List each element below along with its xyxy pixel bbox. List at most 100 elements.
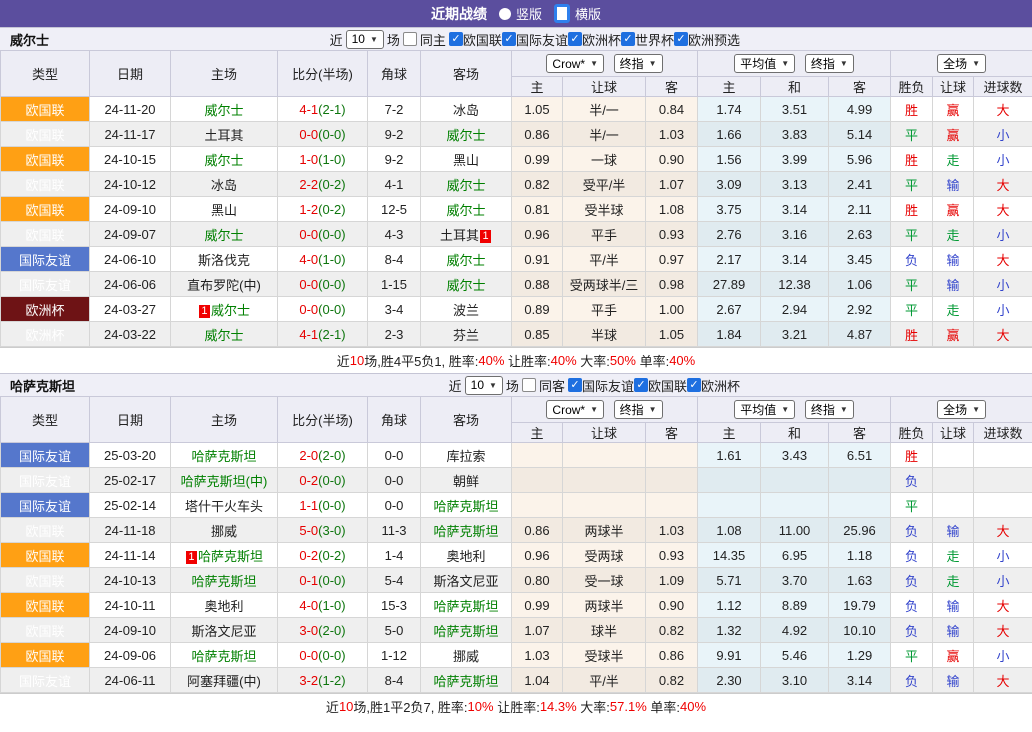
avg-draw-odds: 3.14 bbox=[761, 197, 829, 222]
avg-draw-odds: 3.70 bbox=[761, 568, 829, 593]
avg-away-odds: 6.51 bbox=[829, 443, 891, 468]
home-team: 冰岛 bbox=[171, 172, 278, 197]
result-outcome: 负 bbox=[891, 668, 933, 693]
avg-home-odds: 1.84 bbox=[698, 322, 761, 347]
match-date: 24-11-14 bbox=[90, 543, 171, 568]
corner-cell: 5-4 bbox=[368, 568, 421, 593]
scope-select[interactable]: 全场▼ bbox=[937, 400, 986, 419]
match-row: 欧国联 24-09-10 黑山 1-2(0-2) 12-5 威尔士 0.81 受… bbox=[1, 197, 1032, 222]
avg-draw-odds: 5.46 bbox=[761, 643, 829, 668]
odds-source-select[interactable]: Crow*▼ bbox=[546, 400, 604, 419]
league-type-cell: 欧洲杯 bbox=[1, 322, 90, 347]
match-date: 24-09-10 bbox=[90, 197, 171, 222]
corner-cell: 1-12 bbox=[368, 643, 421, 668]
league-type-cell: 欧国联 bbox=[1, 543, 90, 568]
results-table: 类型 日期 主场 比分(半场) 角球 客场 Crow*▼ 终指▼ 平均值▼ 终指… bbox=[0, 50, 1032, 347]
result-handicap: 走 bbox=[933, 222, 974, 247]
result-outcome: 平 bbox=[891, 297, 933, 322]
result-goals: 小 bbox=[974, 568, 1032, 593]
away-team: 挪威 bbox=[421, 643, 512, 668]
away-team: 哈萨克斯坦 bbox=[421, 618, 512, 643]
league-checkbox[interactable]: ✓ bbox=[449, 32, 463, 46]
result-handicap: 走 bbox=[933, 147, 974, 172]
odds-source-select[interactable]: Crow*▼ bbox=[546, 54, 604, 73]
match-row: 国际友谊 24-06-06 直布罗陀(中) 0-0(0-0) 1-15 威尔士 … bbox=[1, 272, 1032, 297]
avg-draw-odds: 4.92 bbox=[761, 618, 829, 643]
home-team: 直布罗陀(中) bbox=[171, 272, 278, 297]
result-outcome: 胜 bbox=[891, 147, 933, 172]
match-row: 欧国联 24-11-14 1哈萨克斯坦 0-2(0-2) 1-4 奥地利 0.9… bbox=[1, 543, 1032, 568]
scope-select[interactable]: 全场▼ bbox=[937, 54, 986, 73]
league-type-cell: 欧国联 bbox=[1, 97, 90, 122]
chevron-down-icon: ▼ bbox=[781, 59, 789, 68]
away-team: 哈萨克斯坦 bbox=[421, 668, 512, 693]
avg-draw-odds: 12.38 bbox=[761, 272, 829, 297]
league-checkbox[interactable]: ✓ bbox=[568, 378, 582, 392]
away-team: 黑山 bbox=[421, 147, 512, 172]
col-header-type: 类型 bbox=[1, 51, 90, 97]
avg-away-odds: 1.29 bbox=[829, 643, 891, 668]
league-checkbox[interactable]: ✓ bbox=[634, 378, 648, 392]
avg-kind-select[interactable]: 终指▼ bbox=[805, 400, 854, 419]
score-cell: 4-1(2-1) bbox=[278, 97, 368, 122]
col-header-away: 客场 bbox=[421, 397, 512, 443]
avg-source-select[interactable]: 平均值▼ bbox=[734, 400, 795, 419]
layout-radio-horizontal[interactable]: 横版 bbox=[554, 4, 601, 23]
avg-home-odds: 2.30 bbox=[698, 668, 761, 693]
league-type-cell: 欧国联 bbox=[1, 618, 90, 643]
league-checkbox[interactable]: ✓ bbox=[687, 378, 701, 392]
result-goals bbox=[974, 493, 1032, 518]
score-cell: 0-2(0-2) bbox=[278, 543, 368, 568]
odds-kind-select[interactable]: 终指▼ bbox=[614, 400, 663, 419]
col-header-home: 主场 bbox=[171, 51, 278, 97]
recent-count-select[interactable]: 10▼ bbox=[346, 30, 384, 49]
league-type-cell: 国际友谊 bbox=[1, 468, 90, 493]
rank-1-badge: 1 bbox=[480, 230, 491, 243]
avg-group-header: 平均值▼ 终指▼ bbox=[698, 397, 891, 423]
league-checkbox[interactable]: ✓ bbox=[621, 32, 635, 46]
odds-kind-select[interactable]: 终指▼ bbox=[614, 54, 663, 73]
avg-away-odds: 1.18 bbox=[829, 543, 891, 568]
layout-radio-vertical[interactable]: 竖版 bbox=[499, 4, 542, 23]
league-checkbox[interactable]: ✓ bbox=[568, 32, 582, 46]
score-cell: 5-0(3-0) bbox=[278, 518, 368, 543]
radio-icon[interactable] bbox=[499, 8, 511, 20]
result-outcome: 平 bbox=[891, 172, 933, 197]
league-checkbox[interactable]: ✓ bbox=[674, 32, 688, 46]
match-date: 25-03-20 bbox=[90, 443, 171, 468]
match-date: 24-09-06 bbox=[90, 643, 171, 668]
avg-draw-odds: 6.95 bbox=[761, 543, 829, 568]
avg-kind-select[interactable]: 终指▼ bbox=[805, 54, 854, 73]
away-team: 芬兰 bbox=[421, 322, 512, 347]
result-goals: 小 bbox=[974, 122, 1032, 147]
home-team: 哈萨克斯坦 bbox=[171, 643, 278, 668]
league-checkbox-label: 国际友谊 bbox=[516, 30, 568, 49]
odds-group-header: Crow*▼ 终指▼ bbox=[512, 51, 698, 77]
result-handicap: 输 bbox=[933, 172, 974, 197]
match-row: 国际友谊 25-02-17 哈萨克斯坦(中) 0-2(0-0) 0-0 朝鲜 负 bbox=[1, 468, 1032, 493]
league-checkbox-label: 欧洲杯 bbox=[582, 30, 621, 49]
odds-away: 0.84 bbox=[646, 97, 698, 122]
games-label: 场 bbox=[387, 30, 400, 49]
avg-draw-odds: 3.99 bbox=[761, 147, 829, 172]
odds-home: 0.91 bbox=[512, 247, 563, 272]
match-date: 24-09-10 bbox=[90, 618, 171, 643]
away-team: 哈萨克斯坦 bbox=[421, 493, 512, 518]
league-checkbox[interactable]: ✓ bbox=[502, 32, 516, 46]
same-venue-checkbox[interactable] bbox=[403, 32, 417, 46]
avg-source-select[interactable]: 平均值▼ bbox=[734, 54, 795, 73]
league-type-cell: 欧国联 bbox=[1, 122, 90, 147]
home-team: 1哈萨克斯坦 bbox=[171, 543, 278, 568]
odds-away: 0.93 bbox=[646, 222, 698, 247]
recent-count-select[interactable]: 10▼ bbox=[465, 376, 503, 395]
result-outcome: 胜 bbox=[891, 443, 933, 468]
odds-handicap-line bbox=[563, 443, 646, 468]
result-handicap: 输 bbox=[933, 518, 974, 543]
team-name: 哈萨克斯坦 bbox=[0, 376, 75, 395]
same-venue-checkbox[interactable] bbox=[522, 378, 536, 392]
result-goals bbox=[974, 443, 1032, 468]
result-handicap: 输 bbox=[933, 593, 974, 618]
radio-icon-selected[interactable] bbox=[554, 4, 570, 23]
results-table: 类型 日期 主场 比分(半场) 角球 客场 Crow*▼ 终指▼ 平均值▼ 终指… bbox=[0, 396, 1032, 693]
result-outcome: 胜 bbox=[891, 197, 933, 222]
